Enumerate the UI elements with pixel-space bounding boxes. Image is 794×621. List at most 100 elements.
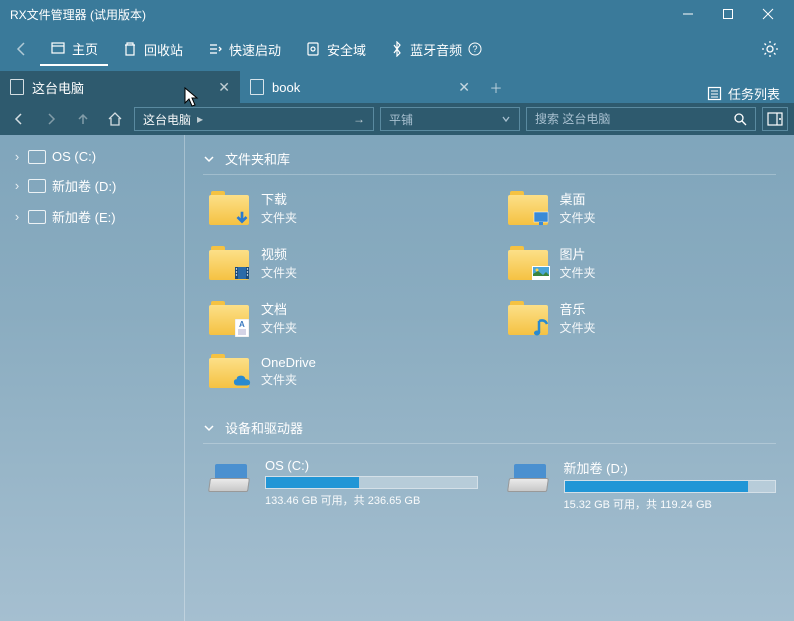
toolbar-bluetooth[interactable]: 蓝牙音频 ? xyxy=(380,34,492,65)
toolbar: 主页 回收站 快速启动 安全域 蓝牙音频 ? xyxy=(0,28,794,70)
toolbar-bluetooth-label: 蓝牙音频 xyxy=(410,40,462,59)
settings-button[interactable] xyxy=(754,33,786,65)
tabbar: 这台电脑 ✕ book ✕ ＋ 任务列表 xyxy=(0,70,794,103)
folder-item[interactable]: 视频文件夹 xyxy=(209,244,478,281)
page-icon xyxy=(10,79,24,95)
svg-text:?: ? xyxy=(473,44,478,54)
nav-back-button[interactable] xyxy=(6,106,32,132)
navbar: 这台电脑 ▸ → 平铺 xyxy=(0,103,794,135)
minimize-button[interactable] xyxy=(668,0,708,28)
folder-item[interactable]: 音乐文件夹 xyxy=(508,299,777,336)
chevron-down-icon xyxy=(203,422,215,434)
drive-usage-bar xyxy=(265,476,478,489)
disk-icon xyxy=(28,179,46,193)
view-mode-dropdown[interactable]: 平铺 xyxy=(380,107,520,131)
section-folders-header[interactable]: 文件夹和库 xyxy=(203,149,776,175)
bluetooth-icon xyxy=(390,41,404,57)
maximize-button[interactable] xyxy=(708,0,748,28)
close-icon[interactable]: ✕ xyxy=(458,79,470,96)
nav-home-button[interactable] xyxy=(102,106,128,132)
chevron-right-icon: › xyxy=(12,149,22,164)
drive-item[interactable]: 新加卷 (D:)15.32 GB 可用，共 119.24 GB xyxy=(508,458,777,512)
tab-this-pc[interactable]: 这台电脑 ✕ xyxy=(0,71,240,103)
folder-name: 文档 xyxy=(261,299,297,318)
toolbar-quick-label: 快速启动 xyxy=(229,40,281,59)
nav-up-button[interactable] xyxy=(70,106,96,132)
folder-name: 视频 xyxy=(261,244,297,263)
folder-type: 文件夹 xyxy=(560,209,596,226)
breadcrumb-arrow-icon: ▸ xyxy=(197,112,203,126)
search-icon[interactable] xyxy=(733,112,747,126)
help-icon: ? xyxy=(468,42,482,56)
panel-toggle-button[interactable] xyxy=(762,107,788,131)
tree-item-vol-e[interactable]: › 新加卷 (E:) xyxy=(4,201,180,232)
close-icon[interactable]: ✕ xyxy=(218,79,230,96)
home-icon xyxy=(50,40,66,56)
folder-icon xyxy=(209,246,249,280)
chevron-down-icon xyxy=(501,114,511,124)
folder-type: 文件夹 xyxy=(261,264,297,281)
chevron-right-icon: › xyxy=(12,178,22,193)
folder-icon: A xyxy=(209,301,249,335)
drive-name: 新加卷 (D:) xyxy=(564,458,777,477)
folder-icon xyxy=(508,246,548,280)
nav-forward-button[interactable] xyxy=(38,106,64,132)
chevron-down-icon xyxy=(203,153,215,165)
toolbar-quick[interactable]: 快速启动 xyxy=(197,34,291,65)
disk-icon xyxy=(28,150,46,164)
tab-label: 这台电脑 xyxy=(32,78,84,97)
folder-icon xyxy=(508,301,548,335)
drive-stat: 133.46 GB 可用，共 236.65 GB xyxy=(265,492,478,508)
tasklist-label: 任务列表 xyxy=(728,84,780,103)
section-devices-label: 设备和驱动器 xyxy=(225,418,303,437)
tree-label: OS (C:) xyxy=(52,149,96,164)
search-input[interactable] xyxy=(535,112,733,126)
section-folders-label: 文件夹和库 xyxy=(225,149,290,168)
drive-icon xyxy=(508,458,552,492)
shield-icon xyxy=(305,41,321,57)
add-tab-button[interactable]: ＋ xyxy=(480,71,512,103)
tree-item-vol-d[interactable]: › 新加卷 (D:) xyxy=(4,170,180,201)
search-box[interactable] xyxy=(526,107,756,131)
drive-item[interactable]: OS (C:) 133.46 GB 可用，共 236.65 GB xyxy=(209,458,478,512)
folder-type: 文件夹 xyxy=(560,319,596,336)
sidebar: › OS (C:) › 新加卷 (D:) › 新加卷 (E:) xyxy=(0,135,185,621)
folder-name: OneDrive xyxy=(261,355,316,370)
folder-item[interactable]: A文档文件夹 xyxy=(209,299,478,336)
window-title: RX文件管理器 (试用版本) xyxy=(6,6,668,23)
folder-name: 图片 xyxy=(560,244,596,263)
page-icon xyxy=(250,79,264,95)
tree-item-os-c[interactable]: › OS (C:) xyxy=(4,143,180,170)
disk-icon xyxy=(28,210,46,224)
toolbar-home[interactable]: 主页 xyxy=(40,33,108,66)
list-icon xyxy=(707,86,722,101)
tree-label: 新加卷 (D:) xyxy=(52,176,116,195)
folder-type: 文件夹 xyxy=(261,371,316,388)
toolbar-secure[interactable]: 安全域 xyxy=(295,34,376,65)
quick-icon xyxy=(207,41,223,57)
folder-item[interactable]: 下载文件夹 xyxy=(209,189,478,226)
toolbar-recycle[interactable]: 回收站 xyxy=(112,34,193,65)
folder-name: 桌面 xyxy=(560,189,596,208)
drive-name: OS (C:) xyxy=(265,458,478,473)
folder-item[interactable]: OneDrive文件夹 xyxy=(209,354,478,388)
section-devices-header[interactable]: 设备和驱动器 xyxy=(203,418,776,444)
tab-book[interactable]: book ✕ xyxy=(240,71,480,103)
go-icon[interactable]: → xyxy=(353,112,365,126)
toolbar-secure-label: 安全域 xyxy=(327,40,366,59)
address-text: 这台电脑 xyxy=(143,111,191,128)
tasklist-button[interactable]: 任务列表 xyxy=(693,84,794,103)
close-button[interactable] xyxy=(748,0,788,28)
folder-item[interactable]: 桌面文件夹 xyxy=(508,189,777,226)
view-mode-label: 平铺 xyxy=(389,111,413,128)
svg-text:A: A xyxy=(239,320,245,329)
tree-label: 新加卷 (E:) xyxy=(52,207,116,226)
folder-icon xyxy=(209,191,249,225)
address-bar[interactable]: 这台电脑 ▸ → xyxy=(134,107,374,131)
folder-item[interactable]: 图片文件夹 xyxy=(508,244,777,281)
drive-usage-bar xyxy=(564,480,777,493)
folder-icon xyxy=(209,354,249,388)
toolbar-back-button[interactable] xyxy=(8,35,36,63)
toolbar-home-label: 主页 xyxy=(72,39,98,58)
folder-name: 下载 xyxy=(261,189,297,208)
